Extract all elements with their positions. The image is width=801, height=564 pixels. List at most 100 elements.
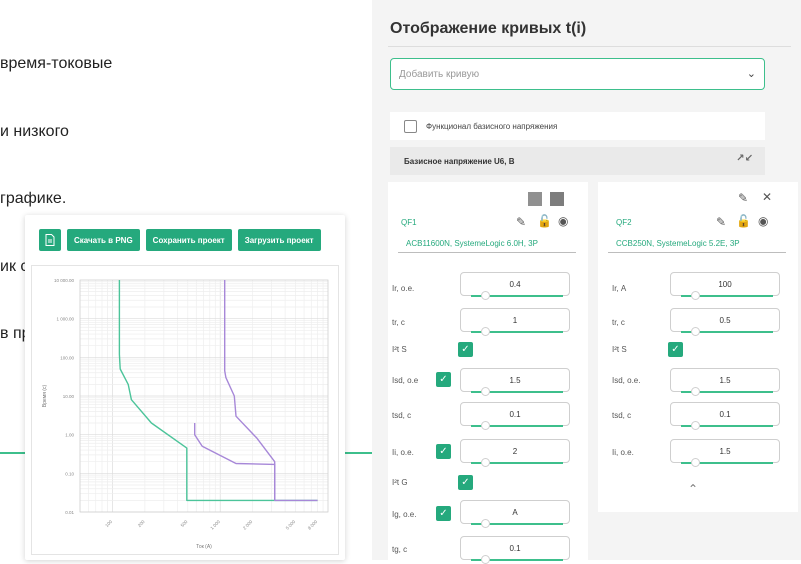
param-label: Ir, А xyxy=(612,284,627,293)
eye-icon[interactable]: ◉ xyxy=(558,215,568,227)
y-tick-label: 10.00 xyxy=(63,394,75,399)
intro-line: и низкого xyxy=(0,122,69,140)
eye-icon[interactable]: ◉ xyxy=(758,215,768,227)
color-swatch-icon[interactable] xyxy=(528,192,542,206)
param-label: Ii, о.е. xyxy=(392,448,414,457)
time-current-chart: 10 000.00 1 000.00 100.00 10.00 1.00 0.10 0.01… xyxy=(42,278,329,550)
param-label: Isd, о.е xyxy=(392,376,419,385)
param-value: 100 xyxy=(718,279,732,289)
param-input-isd[interactable]: 1.5 xyxy=(460,368,570,396)
y-tick-label: 0.10 xyxy=(65,471,74,476)
param-value: 0.1 xyxy=(719,409,731,419)
param-input-ir[interactable]: 100 xyxy=(670,272,780,300)
document-icon xyxy=(45,234,55,246)
breaker-card-qf2: ✎ ✕ QF2 ✎ 🔓 ◉ CCB250N, SystemeLogic 5.2E… xyxy=(598,182,798,512)
ii-checkbox[interactable]: ✓ xyxy=(436,444,451,459)
edit-icon[interactable]: ✎ xyxy=(738,192,748,204)
chart-card: Скачать в PNG Сохранить проект Загрузить… xyxy=(25,215,345,560)
param-label: Isd, о.е. xyxy=(612,376,641,385)
x-axis-label: Ток (А) xyxy=(196,544,212,550)
param-value: 1.5 xyxy=(719,446,731,456)
pipette-icon[interactable]: ✎ xyxy=(516,216,526,228)
param-input-ir[interactable]: 0.4 xyxy=(460,272,570,300)
close-icon[interactable]: ✕ xyxy=(762,191,772,203)
param-input-tr[interactable]: 0.5 xyxy=(670,308,780,336)
param-input-tsd[interactable]: 0.1 xyxy=(670,402,780,430)
intro-line: графике. xyxy=(0,190,67,207)
y-tick-label: 0.01 xyxy=(65,510,74,515)
slider-knob[interactable] xyxy=(481,387,490,396)
decorative-line-right xyxy=(345,452,373,454)
param-input-ig[interactable]: A xyxy=(460,500,570,528)
slider-knob[interactable] xyxy=(691,458,700,467)
x-tick-label: 100 xyxy=(104,519,113,528)
param-value: 0.5 xyxy=(719,315,731,325)
y-tick-label: 10 000.00 xyxy=(54,278,75,283)
expand-icon[interactable]: ↗↙ xyxy=(736,153,753,164)
chart-area: 10 000.00 1 000.00 100.00 10.00 1.00 0.10 0.01… xyxy=(31,265,339,555)
color-swatch-icon[interactable] xyxy=(550,192,564,206)
slider-knob[interactable] xyxy=(481,458,490,467)
param-value: 0.4 xyxy=(509,279,521,289)
panel-title: Отображение кривых t(i) xyxy=(390,20,587,37)
param-value: 2 xyxy=(512,446,518,456)
slider-knob[interactable] xyxy=(691,421,700,430)
save-project-button[interactable]: Сохранить проект xyxy=(145,229,232,251)
param-label: I²t G xyxy=(392,478,408,487)
x-tick-label: 2 000 xyxy=(242,519,254,531)
slider-knob[interactable] xyxy=(481,327,490,336)
param-label: Ii, о.е. xyxy=(612,448,634,457)
param-value: A xyxy=(512,507,518,517)
y-tick-label: 1.00 xyxy=(65,433,74,438)
add-curve-select[interactable]: Добавить кривую ⌄ xyxy=(390,58,765,90)
param-label: tr, с xyxy=(612,318,625,327)
chevron-up-icon[interactable]: ⌃ xyxy=(688,482,698,496)
param-label: tsd, с xyxy=(612,411,632,420)
param-value: 0.1 xyxy=(509,543,521,553)
i2t-s-checkbox[interactable]: ✓ xyxy=(458,342,473,357)
base-voltage-function-checkbox[interactable] xyxy=(404,119,417,133)
ig-checkbox[interactable]: ✓ xyxy=(436,506,451,521)
download-png-button[interactable]: Скачать в PNG xyxy=(67,229,140,251)
param-label: Ig, о.е. xyxy=(392,510,417,519)
divider xyxy=(608,252,786,253)
slider-knob[interactable] xyxy=(691,291,700,300)
param-input-ii[interactable]: 2 xyxy=(460,439,570,467)
lock-icon[interactable]: 🔓 xyxy=(736,215,751,227)
breaker-card-qf1: QF1 ✎ 🔓 ◉ ACB11600N, SystemeLogic 6.0H, … xyxy=(388,182,588,564)
base-voltage-function-row[interactable]: Функционал базисного напряжения xyxy=(390,112,765,140)
pipette-icon[interactable]: ✎ xyxy=(716,216,726,228)
load-project-button[interactable]: Загрузить проект xyxy=(237,229,321,251)
y-axis-label: Время (с) xyxy=(42,385,48,408)
param-value: 1.5 xyxy=(719,375,731,385)
param-input-ii[interactable]: 1.5 xyxy=(670,439,780,467)
i2t-g-checkbox[interactable]: ✓ xyxy=(458,475,473,490)
base-voltage-row: Базисное напряжение U6, В ↗↙ xyxy=(390,147,765,175)
y-tick-label: 1 000.00 xyxy=(56,317,74,322)
param-input-isd[interactable]: 1.5 xyxy=(670,368,780,396)
isd-checkbox[interactable]: ✓ xyxy=(436,372,451,387)
slider-knob[interactable] xyxy=(481,519,490,528)
slider-knob[interactable] xyxy=(481,291,490,300)
x-tick-label: 8 000 xyxy=(307,519,319,531)
param-input-tg[interactable]: 0.1 xyxy=(460,536,570,564)
x-tick-label: 5 000 xyxy=(285,519,297,531)
param-label: I²t S xyxy=(392,345,407,354)
export-document-button[interactable] xyxy=(39,229,61,251)
lock-icon[interactable]: 🔓 xyxy=(537,215,552,227)
breaker-name: QF1 xyxy=(401,218,417,227)
decorative-line-left xyxy=(0,452,26,454)
i2t-s-checkbox[interactable]: ✓ xyxy=(668,342,683,357)
param-input-tsd[interactable]: 0.1 xyxy=(460,402,570,430)
slider-knob[interactable] xyxy=(691,387,700,396)
param-value: 1.5 xyxy=(509,375,521,385)
slider-knob[interactable] xyxy=(481,421,490,430)
x-tick-label: 200 xyxy=(137,519,146,528)
param-value: 1 xyxy=(512,315,518,325)
chevron-down-icon: ⌄ xyxy=(746,68,756,80)
slider-knob[interactable] xyxy=(691,327,700,336)
series-line-2 xyxy=(223,280,318,502)
param-value: 0.1 xyxy=(509,409,521,419)
param-input-tr[interactable]: 1 xyxy=(460,308,570,336)
param-label: tsd, с xyxy=(392,411,412,420)
